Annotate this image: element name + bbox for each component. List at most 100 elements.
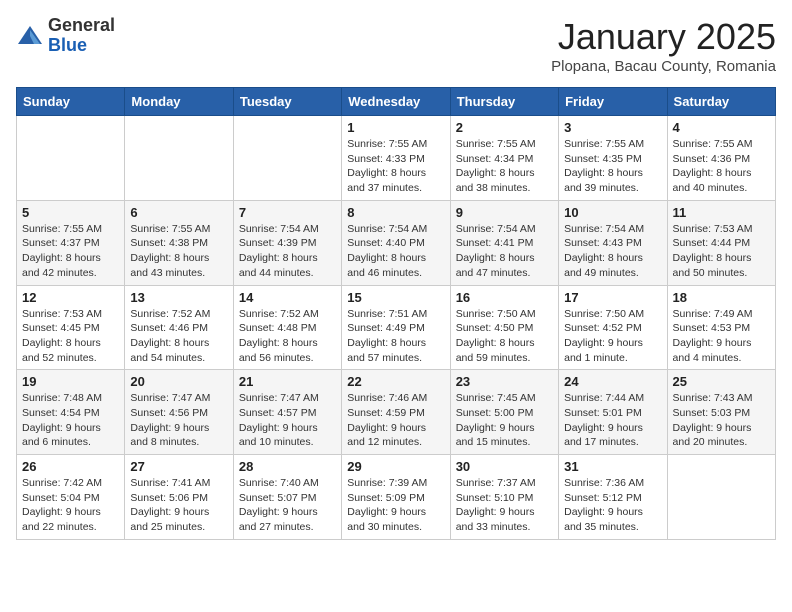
calendar-table: SundayMondayTuesdayWednesdayThursdayFrid… xyxy=(16,87,776,540)
day-number: 15 xyxy=(347,290,444,305)
weekday-header: Wednesday xyxy=(342,88,450,116)
day-info: Sunrise: 7:55 AM Sunset: 4:36 PM Dayligh… xyxy=(673,137,770,196)
calendar-day-cell: 26 Sunrise: 7:42 AM Sunset: 5:04 PM Dayli… xyxy=(17,455,125,540)
day-number: 3 xyxy=(564,120,661,135)
logo-general: General xyxy=(48,16,115,36)
calendar-day-cell: 18Sunrise: 7:49 AM Sunset: 4:53 PM Dayli… xyxy=(667,285,775,370)
empty-day-cell xyxy=(125,116,233,201)
day-number: 9 xyxy=(456,205,553,220)
calendar-day-cell: 29Sunrise: 7:39 AM Sunset: 5:09 PM Dayli… xyxy=(342,455,450,540)
weekday-header: Monday xyxy=(125,88,233,116)
day-info: Sunrise: 7:52 AM Sunset: 4:48 PM Dayligh… xyxy=(239,307,336,366)
calendar-day-cell: 21 Sunrise: 7:47 AM Sunset: 4:57 PM Dayli… xyxy=(233,370,341,455)
day-info: Sunrise: 7:54 AM Sunset: 4:43 PM Dayligh… xyxy=(564,222,661,281)
calendar-day-cell: 1Sunrise: 7:55 AM Sunset: 4:33 PM Daylig… xyxy=(342,116,450,201)
day-info: Sunrise: 7:54 AM Sunset: 4:41 PM Dayligh… xyxy=(456,222,553,281)
day-info: Sunrise: 7:42 AM Sunset: 5:04 PM Dayligh… xyxy=(22,476,119,535)
title-block: January 2025 Plopana, Bacau County, Roma… xyxy=(551,16,776,75)
day-info: Sunrise: 7:52 AM Sunset: 4:46 PM Dayligh… xyxy=(130,307,227,366)
calendar-day-cell: 10 Sunrise: 7:54 AM Sunset: 4:43 PM Dayli… xyxy=(559,200,667,285)
month-title: January 2025 xyxy=(551,16,776,58)
calendar-day-cell: 30Sunrise: 7:37 AM Sunset: 5:10 PM Dayli… xyxy=(450,455,558,540)
logo-text: General Blue xyxy=(48,16,115,56)
empty-day-cell xyxy=(667,455,775,540)
calendar-day-cell: 13 Sunrise: 7:52 AM Sunset: 4:46 PM Dayli… xyxy=(125,285,233,370)
weekday-header: Saturday xyxy=(667,88,775,116)
day-info: Sunrise: 7:51 AM Sunset: 4:49 PM Dayligh… xyxy=(347,307,444,366)
day-number: 12 xyxy=(22,290,119,305)
weekday-header: Tuesday xyxy=(233,88,341,116)
calendar-day-cell: 24 Sunrise: 7:44 AM Sunset: 5:01 PM Dayli… xyxy=(559,370,667,455)
day-info: Sunrise: 7:54 AM Sunset: 4:40 PM Dayligh… xyxy=(347,222,444,281)
day-number: 19 xyxy=(22,374,119,389)
calendar-week-row: 1Sunrise: 7:55 AM Sunset: 4:33 PM Daylig… xyxy=(17,116,776,201)
day-info: Sunrise: 7:55 AM Sunset: 4:33 PM Dayligh… xyxy=(347,137,444,196)
empty-day-cell xyxy=(233,116,341,201)
day-info: Sunrise: 7:55 AM Sunset: 4:34 PM Dayligh… xyxy=(456,137,553,196)
calendar-day-cell: 14 Sunrise: 7:52 AM Sunset: 4:48 PM Dayli… xyxy=(233,285,341,370)
calendar-day-cell: 2 Sunrise: 7:55 AM Sunset: 4:34 PM Daylig… xyxy=(450,116,558,201)
day-info: Sunrise: 7:45 AM Sunset: 5:00 PM Dayligh… xyxy=(456,391,553,450)
day-info: Sunrise: 7:43 AM Sunset: 5:03 PM Dayligh… xyxy=(673,391,770,450)
calendar-day-cell: 19 Sunrise: 7:48 AM Sunset: 4:54 PM Dayli… xyxy=(17,370,125,455)
weekday-header: Friday xyxy=(559,88,667,116)
day-info: Sunrise: 7:53 AM Sunset: 4:44 PM Dayligh… xyxy=(673,222,770,281)
day-info: Sunrise: 7:40 AM Sunset: 5:07 PM Dayligh… xyxy=(239,476,336,535)
day-info: Sunrise: 7:47 AM Sunset: 4:56 PM Dayligh… xyxy=(130,391,227,450)
calendar-week-row: 26 Sunrise: 7:42 AM Sunset: 5:04 PM Dayli… xyxy=(17,455,776,540)
calendar-day-cell: 17 Sunrise: 7:50 AM Sunset: 4:52 PM Dayli… xyxy=(559,285,667,370)
day-number: 6 xyxy=(130,205,227,220)
calendar-day-cell: 20 Sunrise: 7:47 AM Sunset: 4:56 PM Dayli… xyxy=(125,370,233,455)
day-number: 2 xyxy=(456,120,553,135)
calendar-day-cell: 31Sunrise: 7:36 AM Sunset: 5:12 PM Dayli… xyxy=(559,455,667,540)
day-number: 10 xyxy=(564,205,661,220)
day-info: Sunrise: 7:47 AM Sunset: 4:57 PM Dayligh… xyxy=(239,391,336,450)
calendar-day-cell: 28 Sunrise: 7:40 AM Sunset: 5:07 PM Dayli… xyxy=(233,455,341,540)
day-number: 28 xyxy=(239,459,336,474)
day-number: 17 xyxy=(564,290,661,305)
page-header: General Blue January 2025 Plopana, Bacau… xyxy=(16,16,776,75)
calendar-day-cell: 7Sunrise: 7:54 AM Sunset: 4:39 PM Daylig… xyxy=(233,200,341,285)
calendar-day-cell: 11Sunrise: 7:53 AM Sunset: 4:44 PM Dayli… xyxy=(667,200,775,285)
day-number: 24 xyxy=(564,374,661,389)
calendar-day-cell: 4 Sunrise: 7:55 AM Sunset: 4:36 PM Daylig… xyxy=(667,116,775,201)
day-number: 4 xyxy=(673,120,770,135)
day-info: Sunrise: 7:46 AM Sunset: 4:59 PM Dayligh… xyxy=(347,391,444,450)
calendar-day-cell: 3 Sunrise: 7:55 AM Sunset: 4:35 PM Daylig… xyxy=(559,116,667,201)
empty-day-cell xyxy=(17,116,125,201)
calendar-day-cell: 25 Sunrise: 7:43 AM Sunset: 5:03 PM Dayli… xyxy=(667,370,775,455)
day-number: 21 xyxy=(239,374,336,389)
day-info: Sunrise: 7:44 AM Sunset: 5:01 PM Dayligh… xyxy=(564,391,661,450)
day-number: 20 xyxy=(130,374,227,389)
day-number: 25 xyxy=(673,374,770,389)
day-info: Sunrise: 7:41 AM Sunset: 5:06 PM Dayligh… xyxy=(130,476,227,535)
calendar-day-cell: 27 Sunrise: 7:41 AM Sunset: 5:06 PM Dayli… xyxy=(125,455,233,540)
day-number: 5 xyxy=(22,205,119,220)
day-info: Sunrise: 7:48 AM Sunset: 4:54 PM Dayligh… xyxy=(22,391,119,450)
calendar-day-cell: 6 Sunrise: 7:55 AM Sunset: 4:38 PM Daylig… xyxy=(125,200,233,285)
day-number: 13 xyxy=(130,290,227,305)
day-info: Sunrise: 7:55 AM Sunset: 4:35 PM Dayligh… xyxy=(564,137,661,196)
day-number: 30 xyxy=(456,459,553,474)
day-number: 16 xyxy=(456,290,553,305)
calendar-header-row: SundayMondayTuesdayWednesdayThursdayFrid… xyxy=(17,88,776,116)
day-info: Sunrise: 7:55 AM Sunset: 4:38 PM Dayligh… xyxy=(130,222,227,281)
calendar-day-cell: 15 Sunrise: 7:51 AM Sunset: 4:49 PM Dayli… xyxy=(342,285,450,370)
day-info: Sunrise: 7:50 AM Sunset: 4:52 PM Dayligh… xyxy=(564,307,661,366)
logo-blue: Blue xyxy=(48,36,115,56)
day-number: 23 xyxy=(456,374,553,389)
day-info: Sunrise: 7:36 AM Sunset: 5:12 PM Dayligh… xyxy=(564,476,661,535)
day-number: 8 xyxy=(347,205,444,220)
day-info: Sunrise: 7:49 AM Sunset: 4:53 PM Dayligh… xyxy=(673,307,770,366)
day-number: 26 xyxy=(22,459,119,474)
weekday-header: Sunday xyxy=(17,88,125,116)
day-info: Sunrise: 7:50 AM Sunset: 4:50 PM Dayligh… xyxy=(456,307,553,366)
calendar-day-cell: 5Sunrise: 7:55 AM Sunset: 4:37 PM Daylig… xyxy=(17,200,125,285)
calendar-week-row: 5Sunrise: 7:55 AM Sunset: 4:37 PM Daylig… xyxy=(17,200,776,285)
logo: General Blue xyxy=(16,16,115,56)
calendar-day-cell: 16 Sunrise: 7:50 AM Sunset: 4:50 PM Dayli… xyxy=(450,285,558,370)
day-info: Sunrise: 7:54 AM Sunset: 4:39 PM Dayligh… xyxy=(239,222,336,281)
day-number: 27 xyxy=(130,459,227,474)
day-number: 14 xyxy=(239,290,336,305)
calendar-day-cell: 12Sunrise: 7:53 AM Sunset: 4:45 PM Dayli… xyxy=(17,285,125,370)
